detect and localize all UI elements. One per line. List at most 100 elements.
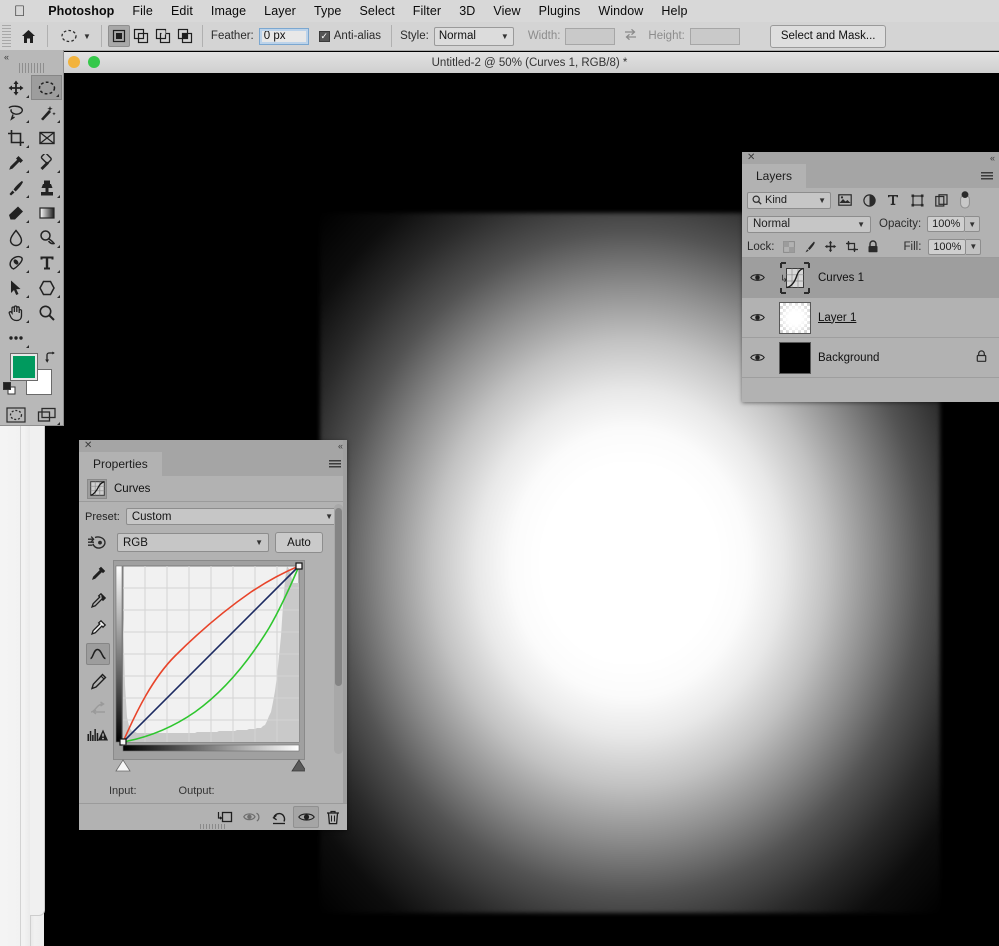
tool-flyout-indicator[interactable] — [57, 195, 60, 198]
set-white-point-eyedropper[interactable] — [86, 616, 110, 638]
fill-stepper[interactable]: ▼ — [966, 238, 982, 255]
menu-item-select[interactable]: Select — [350, 4, 403, 18]
menu-item-window[interactable]: Window — [589, 4, 652, 18]
close-icon[interactable]: ✕ — [747, 153, 755, 163]
properties-scrollbar[interactable] — [334, 504, 343, 754]
apple-logo-icon[interactable]:  — [14, 4, 25, 19]
menu-item-photoshop[interactable]: Photoshop — [39, 4, 123, 18]
channel-select[interactable]: RGB ▼ — [117, 533, 269, 552]
elliptical-marquee-tool[interactable] — [31, 75, 62, 100]
type-tool[interactable] — [31, 250, 62, 275]
subtract-from-selection-button[interactable] — [152, 25, 174, 47]
magic-wand-tool[interactable] — [31, 100, 62, 125]
tool-flyout-indicator[interactable] — [26, 345, 29, 348]
collapse-double-chevron-icon[interactable]: « — [990, 153, 995, 163]
foreground-color-swatch[interactable] — [11, 354, 37, 380]
menu-item-image[interactable]: Image — [202, 4, 255, 18]
tool-flyout-indicator[interactable] — [26, 95, 29, 98]
curve-control-point-black[interactable] — [119, 738, 127, 746]
on-image-adjustment-icon[interactable] — [85, 534, 111, 552]
minimize-button[interactable] — [68, 56, 80, 68]
tool-flyout-indicator[interactable] — [57, 120, 60, 123]
opacity-stepper[interactable]: ▼ — [965, 216, 981, 232]
type-layer-filter-icon[interactable] — [883, 192, 903, 209]
gradient-tool[interactable] — [31, 200, 62, 225]
tools-panel-collapse[interactable]: « — [0, 50, 63, 63]
screen-mode-icon[interactable] — [31, 402, 62, 427]
properties-panel-resize-grip[interactable] — [200, 824, 226, 829]
curve-control-point-white[interactable] — [295, 562, 303, 570]
feather-input[interactable]: 0 px — [258, 27, 309, 45]
table-row[interactable]: Layer 1 — [742, 298, 999, 338]
default-colors-icon[interactable] — [3, 382, 16, 398]
curves-adjustment-thumbnail[interactable]: ↳ — [772, 260, 818, 296]
show-clipping-histogram-tool[interactable] — [86, 724, 110, 746]
smart-object-filter-icon[interactable] — [931, 192, 951, 209]
delete-adjustment-layer-button[interactable] — [320, 806, 346, 828]
crop-tool[interactable] — [0, 125, 31, 150]
blend-mode-select[interactable]: Normal ▼ — [747, 215, 871, 233]
layer-filter-kind-select[interactable]: Kind ▼ — [747, 191, 831, 209]
reset-adjustment-button[interactable] — [266, 806, 292, 828]
dodge-tool[interactable] — [31, 225, 62, 250]
document-title-bar[interactable]: Untitled-2 @ 50% (Curves 1, RGB/8) * — [60, 52, 999, 74]
shape-layer-filter-icon[interactable] — [907, 192, 927, 209]
menu-item-plugins[interactable]: Plugins — [530, 4, 590, 18]
pixel-layer-filter-icon[interactable] — [835, 192, 855, 209]
eyedropper-tool[interactable] — [0, 150, 31, 175]
hand-tool[interactable] — [0, 300, 31, 325]
tool-flyout-indicator[interactable] — [26, 220, 29, 223]
swap-colors-icon[interactable] — [44, 351, 57, 367]
auto-button[interactable]: Auto — [275, 532, 323, 553]
preset-select[interactable]: Custom ▼ — [125, 508, 339, 525]
tool-flyout-indicator[interactable] — [56, 94, 59, 97]
draw-curve-pencil-tool[interactable] — [86, 670, 110, 692]
layer-name[interactable]: Layer 1 — [818, 312, 999, 324]
tool-flyout-indicator[interactable] — [57, 422, 60, 425]
quick-mask-icon[interactable] — [0, 402, 31, 427]
menu-item-filter[interactable]: Filter — [404, 4, 450, 18]
table-row[interactable]: Background — [742, 338, 999, 378]
tool-flyout-indicator[interactable] — [57, 295, 60, 298]
collapse-double-chevron-icon[interactable]: « — [4, 52, 9, 62]
tool-flyout-indicator[interactable] — [26, 145, 29, 148]
set-gray-point-eyedropper[interactable] — [86, 589, 110, 611]
menu-item-file[interactable]: File — [123, 4, 162, 18]
zoom-button[interactable] — [88, 56, 100, 68]
path-selection-tool[interactable] — [0, 275, 31, 300]
pen-tool[interactable] — [0, 250, 31, 275]
spot-healing-brush-tool[interactable] — [31, 150, 62, 175]
layer-visibility-toggle[interactable] — [742, 352, 772, 363]
white-point-slider[interactable] — [291, 759, 305, 772]
black-point-slider[interactable] — [115, 759, 131, 772]
new-selection-button[interactable] — [107, 25, 130, 47]
tool-flyout-indicator[interactable] — [26, 270, 29, 273]
panel-menu-icon[interactable] — [981, 172, 993, 181]
opacity-input[interactable]: 100% — [927, 216, 966, 232]
edit-points-curve-tool[interactable] — [86, 643, 110, 665]
style-select[interactable]: Normal ▼ — [433, 26, 514, 46]
filter-toggle-switch[interactable] — [955, 191, 975, 209]
options-bar-grip[interactable] — [2, 25, 11, 47]
menu-item-help[interactable]: Help — [652, 4, 696, 18]
lock-image-pixels-icon[interactable] — [802, 239, 818, 255]
lock-transparent-pixels-icon[interactable] — [781, 239, 797, 255]
tool-flyout-indicator[interactable] — [57, 220, 60, 223]
lock-all-icon[interactable] — [865, 239, 881, 255]
panel-menu-icon[interactable] — [329, 460, 341, 469]
anti-alias-checkbox[interactable]: ✓ — [318, 30, 330, 42]
set-black-point-eyedropper[interactable] — [86, 562, 110, 584]
adjustment-layer-filter-icon[interactable] — [859, 192, 879, 209]
tool-flyout-indicator[interactable] — [26, 170, 29, 173]
blur-tool[interactable] — [0, 225, 31, 250]
menu-item-edit[interactable]: Edit — [162, 4, 202, 18]
view-previous-state-button[interactable] — [239, 806, 265, 828]
properties-scrollbar-thumb[interactable] — [335, 508, 342, 686]
add-to-selection-button[interactable] — [130, 25, 152, 47]
brush-tool[interactable] — [0, 175, 31, 200]
layer-name[interactable]: Background — [818, 352, 976, 364]
menu-item-type[interactable]: Type — [305, 4, 351, 18]
table-row[interactable]: ↳ Curves 1 — [742, 258, 999, 298]
collapse-double-chevron-icon[interactable]: « — [338, 441, 343, 451]
tool-flyout-indicator[interactable] — [57, 245, 60, 248]
